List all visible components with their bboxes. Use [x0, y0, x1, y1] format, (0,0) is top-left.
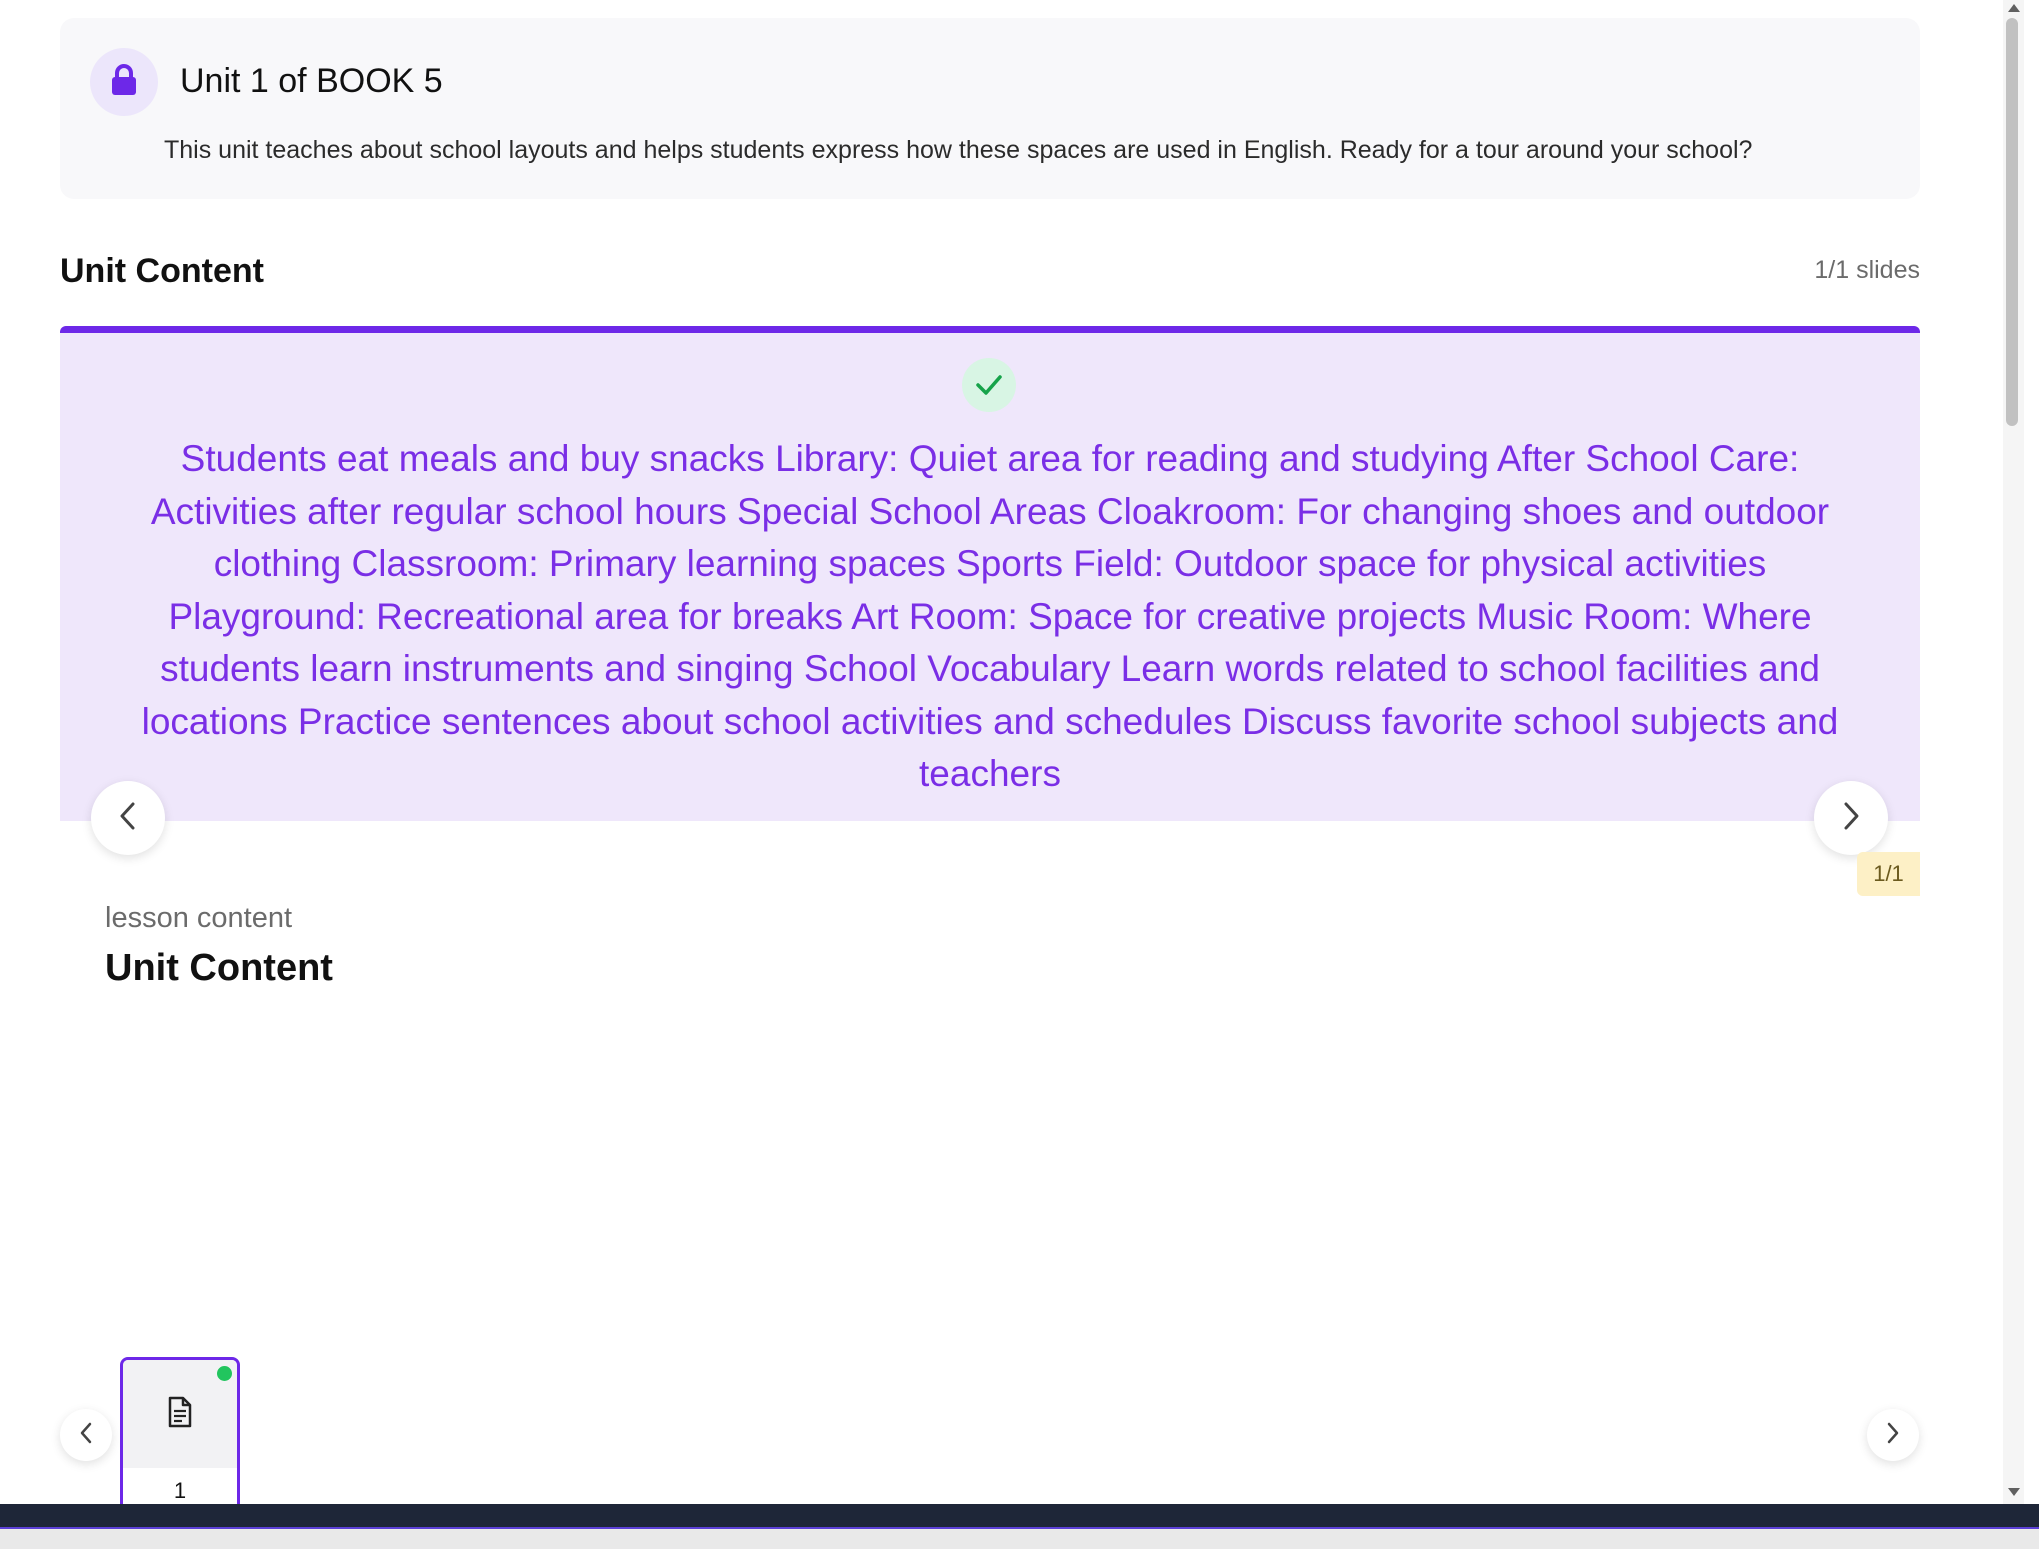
thumbnail-number: 1 — [173, 1478, 187, 1503]
lock-icon — [109, 63, 139, 102]
taskbar — [0, 1504, 2039, 1549]
taskbar-divider — [0, 1504, 2039, 1529]
chevron-right-icon — [1886, 1422, 1900, 1449]
slides-count: 1/1 slides — [1814, 256, 1920, 284]
chevron-left-icon — [79, 1422, 93, 1449]
vertical-scrollbar[interactable] — [2003, 0, 2024, 1504]
slide-prev-button[interactable] — [91, 781, 165, 855]
chevron-right-icon — [1841, 801, 1861, 836]
slide-card: Students eat meals and buy snacks Librar… — [60, 326, 1920, 821]
scrollbar-thumb[interactable] — [2006, 18, 2018, 426]
check-icon — [962, 358, 1016, 412]
lesson-label: lesson content — [105, 902, 293, 934]
unit-description: This unit teaches about school layouts a… — [164, 136, 1753, 164]
chevron-left-icon — [118, 801, 138, 836]
slide-page-badge: 1/1 — [1857, 852, 1920, 896]
slide-next-button[interactable] — [1814, 781, 1888, 855]
lesson-title: Unit Content — [105, 947, 333, 989]
scroll-down-arrow-icon[interactable] — [2008, 1488, 2020, 1496]
document-icon — [167, 1396, 193, 1433]
slide-text: Students eat meals and buy snacks Librar… — [141, 438, 1839, 794]
unit-title: Unit 1 of BOOK 5 — [180, 62, 443, 100]
scroll-up-arrow-icon[interactable] — [2008, 4, 2020, 12]
unit-info-card: Unit 1 of BOOK 5 This unit teaches about… — [60, 18, 1920, 199]
completed-status-dot — [217, 1366, 232, 1381]
thumbnail-prev-button[interactable] — [60, 1409, 112, 1461]
slide-thumbnail[interactable]: 1 — [120, 1357, 240, 1507]
lock-badge — [90, 48, 158, 116]
thumbnail-next-button[interactable] — [1867, 1409, 1919, 1461]
section-title: Unit Content — [60, 252, 264, 290]
